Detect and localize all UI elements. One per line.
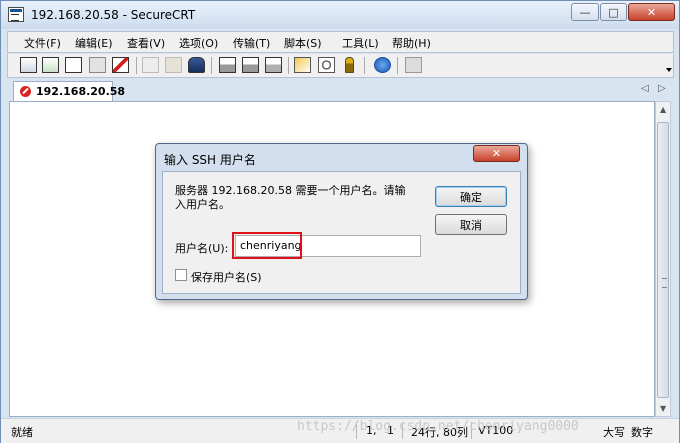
save-username-checkbox[interactable] — [175, 269, 187, 281]
securecrt-app-icon[interactable] — [8, 7, 24, 22]
sftp-icon[interactable] — [405, 57, 422, 73]
toolbar-overflow-icon[interactable] — [666, 68, 672, 72]
dialog-title: 输入 SSH 用户名 — [164, 153, 256, 167]
disconnected-status-icon — [20, 86, 31, 97]
close-button[interactable]: ✕ — [628, 3, 675, 21]
scroll-up-icon[interactable]: ▲ — [660, 105, 666, 114]
status-state: 就绪 — [11, 426, 33, 439]
menu-view[interactable]: 查看(V) — [127, 35, 165, 51]
toolbar-separator — [136, 57, 137, 74]
find-icon[interactable] — [188, 57, 205, 73]
scroll-down-icon[interactable]: ▼ — [660, 404, 666, 413]
reconnect-icon[interactable] — [89, 57, 106, 73]
scroll-grip-icon — [662, 278, 667, 288]
quick-connect-icon[interactable] — [42, 57, 59, 73]
connect-tab-icon[interactable] — [65, 57, 82, 73]
print-setup-icon[interactable] — [265, 57, 282, 73]
cancel-button[interactable]: 取消 — [435, 214, 507, 235]
dialog-body: 服务器 192.168.20.58 需要一个用户名。请输入用户名。 确定 取消 … — [162, 171, 521, 294]
username-label: 用户名(U): — [175, 242, 229, 255]
securecrt-window: 192.168.20.58 - SecureCRT — □ ✕ 文件(F) 编辑… — [0, 0, 680, 443]
window-title: 192.168.20.58 - SecureCRT — [31, 8, 196, 22]
paste-icon[interactable] — [165, 57, 182, 73]
menu-file[interactable]: 文件(F) — [24, 35, 61, 51]
status-num: 数字 — [631, 426, 653, 439]
session-tab[interactable]: 192.168.20.58 — [13, 81, 125, 101]
ok-button[interactable]: 确定 — [435, 186, 507, 207]
dialog-close-button[interactable]: ✕ — [473, 145, 520, 162]
minimize-button[interactable]: — — [571, 3, 599, 21]
help-icon[interactable] — [374, 57, 391, 73]
vertical-scrollbar[interactable]: ▲ ▼ — [655, 101, 671, 417]
session-tab-label: 192.168.20.58 — [36, 85, 126, 98]
connect-icon[interactable] — [20, 57, 37, 73]
session-tab-bar: 192.168.20.58 ◁ ▷ — [7, 79, 674, 101]
toolbar — [7, 54, 674, 78]
menu-transfer[interactable]: 传输(T) — [233, 35, 270, 51]
toolbar-separator — [211, 57, 212, 74]
dialog-message: 服务器 192.168.20.58 需要一个用户名。请输入用户名。 — [175, 184, 406, 211]
title-bar[interactable]: 192.168.20.58 - SecureCRT — □ ✕ — [1, 1, 679, 29]
disconnect-icon[interactable] — [112, 57, 129, 73]
watermark: https://blog.csdn.net/chenriyang0000 — [297, 419, 579, 434]
copy-icon[interactable] — [142, 57, 159, 73]
menu-options[interactable]: 选项(O) — [179, 35, 218, 51]
session-options-icon[interactable] — [294, 57, 311, 73]
save-username-label[interactable]: 保存用户名(S) — [191, 269, 262, 285]
toolbar-separator — [288, 57, 289, 74]
menu-help[interactable]: 帮助(H) — [392, 35, 431, 51]
menu-edit[interactable]: 编辑(E) — [75, 35, 113, 51]
status-caps: 大写 — [603, 426, 625, 439]
print-icon[interactable] — [219, 57, 236, 73]
print-selection-icon[interactable] — [242, 57, 259, 73]
tab-prev-icon[interactable]: ◁ — [641, 83, 649, 94]
tab-next-icon[interactable]: ▷ — [658, 83, 666, 94]
menu-bar: 文件(F) 编辑(E) 查看(V) 选项(O) 传输(T) 脚本(S) 工具(L… — [7, 31, 674, 53]
annotation-highlight-box — [232, 232, 302, 259]
toolbar-separator — [397, 57, 398, 74]
ssh-username-dialog: 输入 SSH 用户名 ✕ 服务器 192.168.20.58 需要一个用户名。请… — [155, 143, 528, 300]
scroll-thumb[interactable] — [657, 122, 669, 398]
menu-script[interactable]: 脚本(S) — [284, 35, 322, 51]
maximize-button[interactable]: □ — [600, 3, 627, 21]
menu-tools[interactable]: 工具(L) — [342, 35, 379, 51]
global-options-icon[interactable] — [318, 57, 335, 73]
keymap-icon[interactable] — [345, 57, 354, 73]
toolbar-separator — [364, 57, 365, 74]
